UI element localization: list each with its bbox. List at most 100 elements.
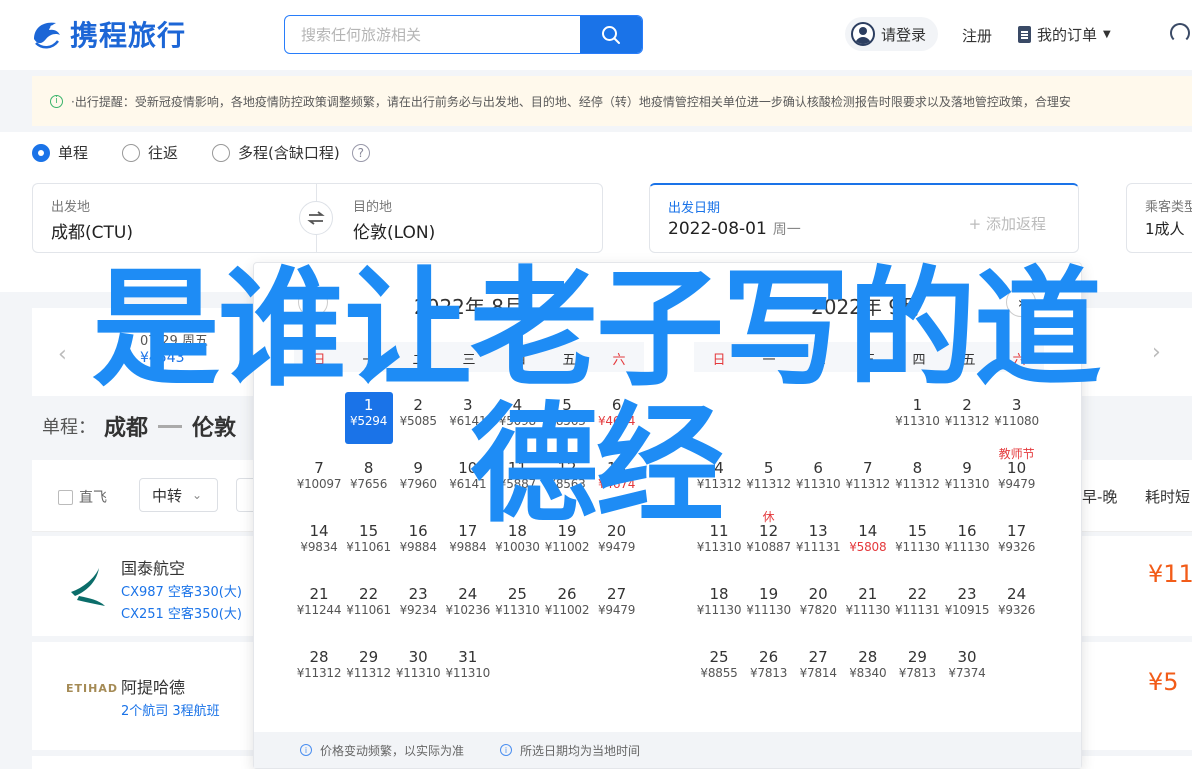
calendar-day[interactable]: 8 ¥7656	[345, 455, 393, 507]
day-price: ¥11130	[944, 540, 990, 554]
calendar-day[interactable]: 17 ¥9884	[444, 518, 492, 570]
day-number: 1	[363, 396, 374, 414]
calendar-day[interactable]: 28 ¥11312	[295, 644, 343, 696]
calendar-day[interactable]: 18 ¥10030	[493, 518, 541, 570]
calendar-day[interactable]: 31 ¥11310	[444, 644, 492, 696]
calendar-day[interactable]: 23 ¥10915	[943, 581, 991, 633]
calendar-day[interactable]: 18 ¥11130	[695, 581, 743, 633]
calendar-day[interactable]: 2 ¥11312	[943, 392, 991, 444]
calendar-day[interactable]: 11 ¥5887	[493, 455, 541, 507]
calendar-day[interactable]: 3 ¥6141	[444, 392, 492, 444]
chevron-left-icon[interactable]: ‹	[58, 342, 67, 367]
calendar-day[interactable]: 26 ¥11002	[543, 581, 591, 633]
calendar-day[interactable]: 7 ¥11312	[844, 455, 892, 507]
day-price: ¥5085	[399, 414, 437, 428]
calendar-day[interactable]: 12 ¥10887	[745, 518, 793, 570]
calendar-day[interactable]: 19 ¥11130	[745, 581, 793, 633]
passenger-type-field[interactable]: 乘客类型 1成人	[1126, 183, 1192, 253]
flight-summary: 2个航司 3程航班	[121, 704, 220, 719]
chevron-right-icon[interactable]: ›	[1152, 340, 1161, 365]
my-orders-menu[interactable]: 我的订单 ▼	[1018, 24, 1111, 45]
calendar-day[interactable]: 24 ¥9326	[993, 581, 1041, 633]
sort-departure-time[interactable]: 早-晚	[1082, 486, 1117, 507]
departure-city-field[interactable]: 出发地 成都(CTU)	[32, 183, 316, 253]
info-icon: i	[50, 94, 63, 108]
calendar-day[interactable]: 9 ¥7960	[394, 455, 442, 507]
calendar-day[interactable]: 10 ¥6141	[444, 455, 492, 507]
calendar-day[interactable]: 17 ¥9326	[993, 518, 1041, 570]
customer-service-icon[interactable]	[1170, 23, 1190, 43]
destination-city-field[interactable]: 目的地 伦敦(LON)	[316, 183, 603, 253]
calendar-day[interactable]: 27 ¥7814	[794, 644, 842, 696]
calendar-day[interactable]: 2 ¥5085	[394, 392, 442, 444]
calendar-day[interactable]: 13 ¥4674	[593, 455, 641, 507]
calendar-day[interactable]: 30 ¥7374	[943, 644, 991, 696]
day-price: ¥11312	[296, 666, 342, 680]
trip-type-oneway[interactable]: 单程	[32, 142, 88, 163]
calendar-day[interactable]: 27 ¥9479	[593, 581, 641, 633]
route-prefix: 单程：	[42, 417, 96, 438]
day-number: 2	[962, 396, 972, 414]
next-month-button[interactable]: ›	[1006, 287, 1036, 317]
calendar-day[interactable]: 14 ¥9834	[295, 518, 343, 570]
search-input[interactable]	[285, 16, 581, 53]
calendar-day[interactable]: 4 ¥5098	[493, 392, 541, 444]
calendar-day[interactable]: 9 ¥11310	[943, 455, 991, 507]
transfer-select[interactable]: 中转 ⌄	[139, 478, 218, 512]
info-icon: i	[500, 744, 513, 756]
day-number: 2	[413, 396, 423, 414]
calendar-day[interactable]: 25 ¥11310	[493, 581, 541, 633]
calendar-day[interactable]: 16 ¥11130	[943, 518, 991, 570]
question-icon[interactable]: ?	[351, 143, 370, 162]
sort-duration[interactable]: 耗时短	[1145, 486, 1190, 507]
trip-type-multicity[interactable]: 多程(含缺口程) ?	[212, 142, 370, 163]
day-price: ¥11310	[696, 540, 742, 554]
strip-price[interactable]: ¥4543	[140, 350, 185, 366]
calendar-day[interactable]: 25 ¥8855	[695, 644, 743, 696]
calendar-day[interactable]: 13 ¥11131	[794, 518, 842, 570]
calendar-day[interactable]: 29 ¥11312	[345, 644, 393, 696]
search-button[interactable]	[580, 16, 642, 53]
calendar-day[interactable]: 15 ¥11061	[345, 518, 393, 570]
calendar-day[interactable]: 6 ¥11310	[794, 455, 842, 507]
strip-date[interactable]: 07-29 周五	[140, 330, 208, 349]
calendar-day[interactable]: 5 ¥11312	[745, 455, 793, 507]
calendar-day[interactable]: 6 ¥4674	[593, 392, 641, 444]
calendar-day[interactable]: 3 ¥11080	[993, 392, 1041, 444]
calendar-day[interactable]: 22 ¥11131	[893, 581, 941, 633]
departure-date-field[interactable]: 出发日期 2022-08-01 周一 + 添加返程	[649, 183, 1079, 253]
date-picker-popup: ‹ › 2022年 8月 2022年 9月 日一二三四五六 日一二三四五六 1 ¥…	[253, 262, 1082, 769]
login-button[interactable]: 请登录	[845, 17, 939, 51]
calendar-day[interactable]: 20 ¥7820	[794, 581, 842, 633]
calendar-day[interactable]: 16 ¥9884	[394, 518, 442, 570]
calendar-day[interactable]: 23 ¥9234	[394, 581, 442, 633]
calendar-day[interactable]: 15 ¥11130	[893, 518, 941, 570]
calendar-day[interactable]: 30 ¥11310	[394, 644, 442, 696]
calendar-day[interactable]: 20 ¥9479	[593, 518, 641, 570]
calendar-day[interactable]: 5 ¥8563	[543, 392, 591, 444]
calendar-day[interactable]: 26 ¥7813	[745, 644, 793, 696]
calendar-day[interactable]: 28 ¥8340	[844, 644, 892, 696]
register-link[interactable]: 注册	[962, 25, 992, 46]
trip-type-roundtrip[interactable]: 往返	[122, 142, 178, 163]
calendar-day[interactable]: 11 ¥11310	[695, 518, 743, 570]
calendar-day[interactable]: 24 ¥10236	[444, 581, 492, 633]
calendar-day[interactable]: 21 ¥11244	[295, 581, 343, 633]
add-return-button[interactable]: + 添加返程	[969, 213, 1046, 234]
prev-month-button[interactable]: ‹	[298, 287, 328, 317]
calendar-day[interactable]: 7 ¥10097	[295, 455, 343, 507]
calendar-day[interactable]: 8 ¥11312	[893, 455, 941, 507]
ctrip-logo[interactable]: 携程旅行	[30, 14, 186, 54]
calendar-day[interactable]: 10 ¥9479	[993, 455, 1041, 507]
calendar-day[interactable]: 29 ¥7813	[893, 644, 941, 696]
calendar-day[interactable]: 21 ¥11130	[844, 581, 892, 633]
calendar-day[interactable]: 12 ¥8563	[543, 455, 591, 507]
calendar-day[interactable]: 4 ¥11312	[695, 455, 743, 507]
calendar-day[interactable]: 19 ¥11002	[543, 518, 591, 570]
calendar-day[interactable]: 1 ¥5294	[344, 392, 393, 444]
swap-cities-button[interactable]	[299, 201, 333, 235]
calendar-day[interactable]: 22 ¥11061	[345, 581, 393, 633]
direct-only-checkbox[interactable]: 直飞	[58, 487, 107, 507]
calendar-day[interactable]: 1 ¥11310	[893, 392, 941, 444]
calendar-day[interactable]: 14 ¥5808	[844, 518, 892, 570]
